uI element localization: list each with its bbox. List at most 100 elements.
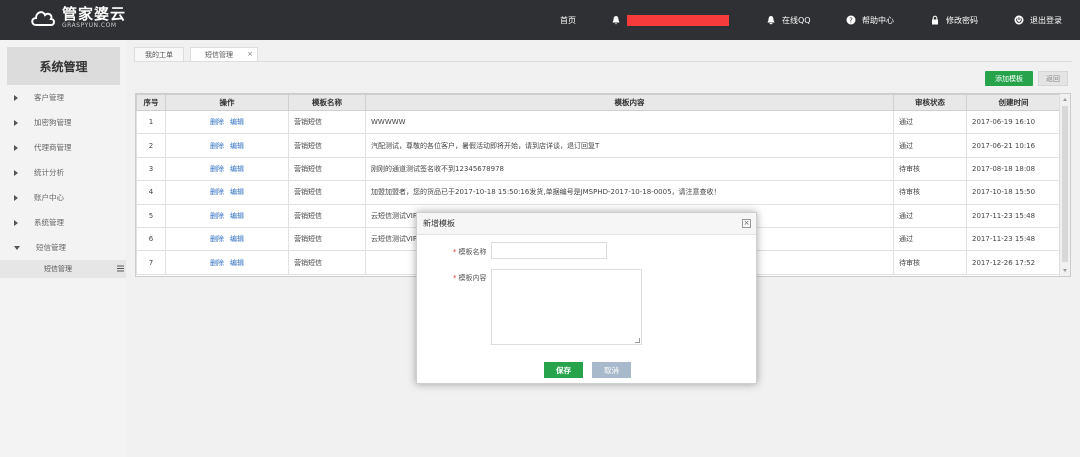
review-status: 通过	[893, 133, 967, 158]
template-name-label-text: 模板名称	[458, 248, 487, 256]
delete-link[interactable]: 删除	[210, 118, 224, 126]
question-icon: ?	[846, 15, 856, 25]
tab-sms-manage[interactable]: 短信管理 ×	[190, 47, 258, 61]
template-name: 营销短信	[288, 133, 366, 158]
table-row: 4 删除 编辑 营销短信 加盟加盟者，您的货品已于2017-10-18 15:50…	[136, 180, 1061, 205]
created-time: 2017-12-26 17:52	[966, 250, 1061, 275]
edit-link[interactable]: 编辑	[230, 212, 244, 220]
caret-down-icon	[14, 245, 20, 250]
nav-logout-label: 退出登录	[1030, 15, 1062, 25]
review-status: 通过	[893, 203, 967, 228]
delete-link[interactable]: 删除	[210, 235, 224, 243]
logo[interactable]: 管家婆云 GRASPYUN.COM	[30, 6, 126, 30]
sidebar-item-label: 短信管理	[36, 243, 66, 252]
column-header: 序号	[136, 94, 166, 111]
sidebar-item-label: 加密狗管理	[34, 118, 72, 127]
scroll-thumb[interactable]	[1062, 106, 1068, 262]
top-navbar: 管家婆云 GRASPYUN.COM 首页 在线QQ ? 帮助中心 修改密码 退出…	[0, 0, 1080, 40]
caret-right-icon	[14, 144, 18, 151]
tab-label: 短信管理	[205, 50, 233, 59]
template-name: 营销短信	[288, 203, 366, 228]
template-name: 营销短信	[288, 156, 366, 182]
template-name-input[interactable]	[491, 242, 607, 259]
scroll-down-icon[interactable]	[1063, 269, 1067, 272]
close-icon[interactable]: ×	[742, 219, 751, 228]
row-number: 6	[136, 226, 166, 252]
sidebar-item-label: 客户管理	[34, 93, 64, 102]
column-header: 模板名称	[288, 94, 366, 111]
edit-link[interactable]: 编辑	[230, 165, 244, 173]
bell-icon	[612, 16, 620, 25]
caret-right-icon	[14, 219, 18, 226]
edit-link[interactable]: 编辑	[230, 118, 244, 126]
table-scrollbar[interactable]	[1059, 94, 1070, 276]
template-content: 加盟加盟者，您的货品已于2017-10-18 15:50:16发货,单据编号是J…	[365, 180, 894, 205]
table-row: 3 删除 编辑 营销短信 刚刚的通道测试签名收不到12345678978 待审核 …	[136, 156, 1061, 182]
row-number: 7	[136, 250, 166, 275]
tab-label: 我的工单	[145, 50, 173, 59]
sidebar-subitem-sms-manage[interactable]: 短信管理	[0, 260, 126, 278]
row-actions: 删除 编辑	[165, 156, 289, 182]
template-content: 刚刚的通道测试签名收不到12345678978	[365, 156, 894, 182]
edit-link[interactable]: 编辑	[230, 142, 244, 150]
template-content-label-text: 模板内容	[458, 274, 487, 282]
required-mark: *	[453, 248, 457, 256]
delete-link[interactable]: 删除	[210, 259, 224, 267]
sidebar-item-customers[interactable]: 客户管理	[0, 85, 126, 110]
logo-title: 管家婆云	[62, 5, 127, 23]
add-template-dialog: 新增模板 × * 模板名称 * 模板内容 保存 取消	[416, 212, 757, 384]
nav-online-qq[interactable]: 在线QQ	[766, 0, 811, 40]
row-number: 1	[136, 109, 166, 135]
sidebar-item-label: 系统管理	[34, 218, 64, 227]
edit-link[interactable]: 编辑	[230, 259, 244, 267]
sidebar-item-sms[interactable]: 短信管理	[0, 235, 126, 260]
cancel-button[interactable]: 取消	[592, 362, 631, 378]
row-actions: 删除 编辑	[165, 226, 289, 252]
template-name: 营销短信	[288, 180, 366, 205]
created-time: 2017-08-18 18:08	[966, 156, 1061, 182]
column-header: 创建时间	[966, 94, 1061, 111]
delete-link[interactable]: 删除	[210, 142, 224, 150]
sidebar-item-agents[interactable]: 代理商管理	[0, 135, 126, 160]
menu-icon	[117, 265, 124, 272]
resize-handle-icon[interactable]	[635, 338, 640, 343]
edit-link[interactable]: 编辑	[230, 188, 244, 196]
edit-link[interactable]: 编辑	[230, 235, 244, 243]
review-status: 通过	[893, 226, 967, 252]
add-template-button[interactable]: 添加模板	[985, 71, 1033, 86]
tab-my-orders[interactable]: 我的工单	[134, 47, 184, 61]
delete-link[interactable]: 删除	[210, 188, 224, 196]
column-header: 审核状态	[893, 94, 967, 111]
template-content-textarea[interactable]	[491, 269, 642, 345]
sidebar-item-label: 代理商管理	[34, 143, 72, 152]
save-button[interactable]: 保存	[544, 362, 583, 378]
nav-home[interactable]: 首页	[560, 0, 576, 40]
nav-logout[interactable]: 退出登录	[1014, 0, 1062, 40]
template-content: 汽配测试，尊敬的各位客户，暑假活动即将开始，请到店详谈，退订回复T	[365, 133, 894, 158]
created-time: 2017-10-18 15:50	[966, 180, 1061, 205]
sidebar-item-dongles[interactable]: 加密狗管理	[0, 110, 126, 135]
close-icon[interactable]: ×	[247, 50, 253, 58]
nav-help[interactable]: ? 帮助中心	[846, 0, 894, 40]
sidebar-title: 系统管理	[7, 47, 120, 85]
delete-link[interactable]: 删除	[210, 212, 224, 220]
table-row: 2 删除 编辑 营销短信 汽配测试，尊敬的各位客户，暑假活动即将开始，请到店详谈，…	[136, 133, 1061, 158]
scroll-up-icon[interactable]	[1063, 98, 1067, 101]
column-header: 操作	[165, 94, 289, 111]
row-actions: 删除 编辑	[165, 109, 289, 135]
sidebar-item-system[interactable]: 系统管理	[0, 210, 126, 235]
created-time: 2017-11-23 15:48	[966, 226, 1061, 252]
caret-right-icon	[14, 194, 18, 201]
review-status: 待审核	[893, 156, 967, 182]
caret-right-icon	[14, 119, 18, 126]
template-name: 营销短信	[288, 109, 366, 135]
nav-notifications[interactable]	[611, 0, 729, 40]
back-button[interactable]: 返回	[1038, 71, 1068, 86]
svg-text:?: ?	[849, 17, 853, 25]
delete-link[interactable]: 删除	[210, 165, 224, 173]
lock-icon	[932, 15, 938, 25]
sidebar-item-account[interactable]: 账户中心	[0, 185, 126, 210]
nav-change-password[interactable]: 修改密码	[930, 0, 978, 40]
created-time: 2017-06-19 16:10	[966, 109, 1061, 135]
sidebar-item-statistics[interactable]: 统计分析	[0, 160, 126, 185]
